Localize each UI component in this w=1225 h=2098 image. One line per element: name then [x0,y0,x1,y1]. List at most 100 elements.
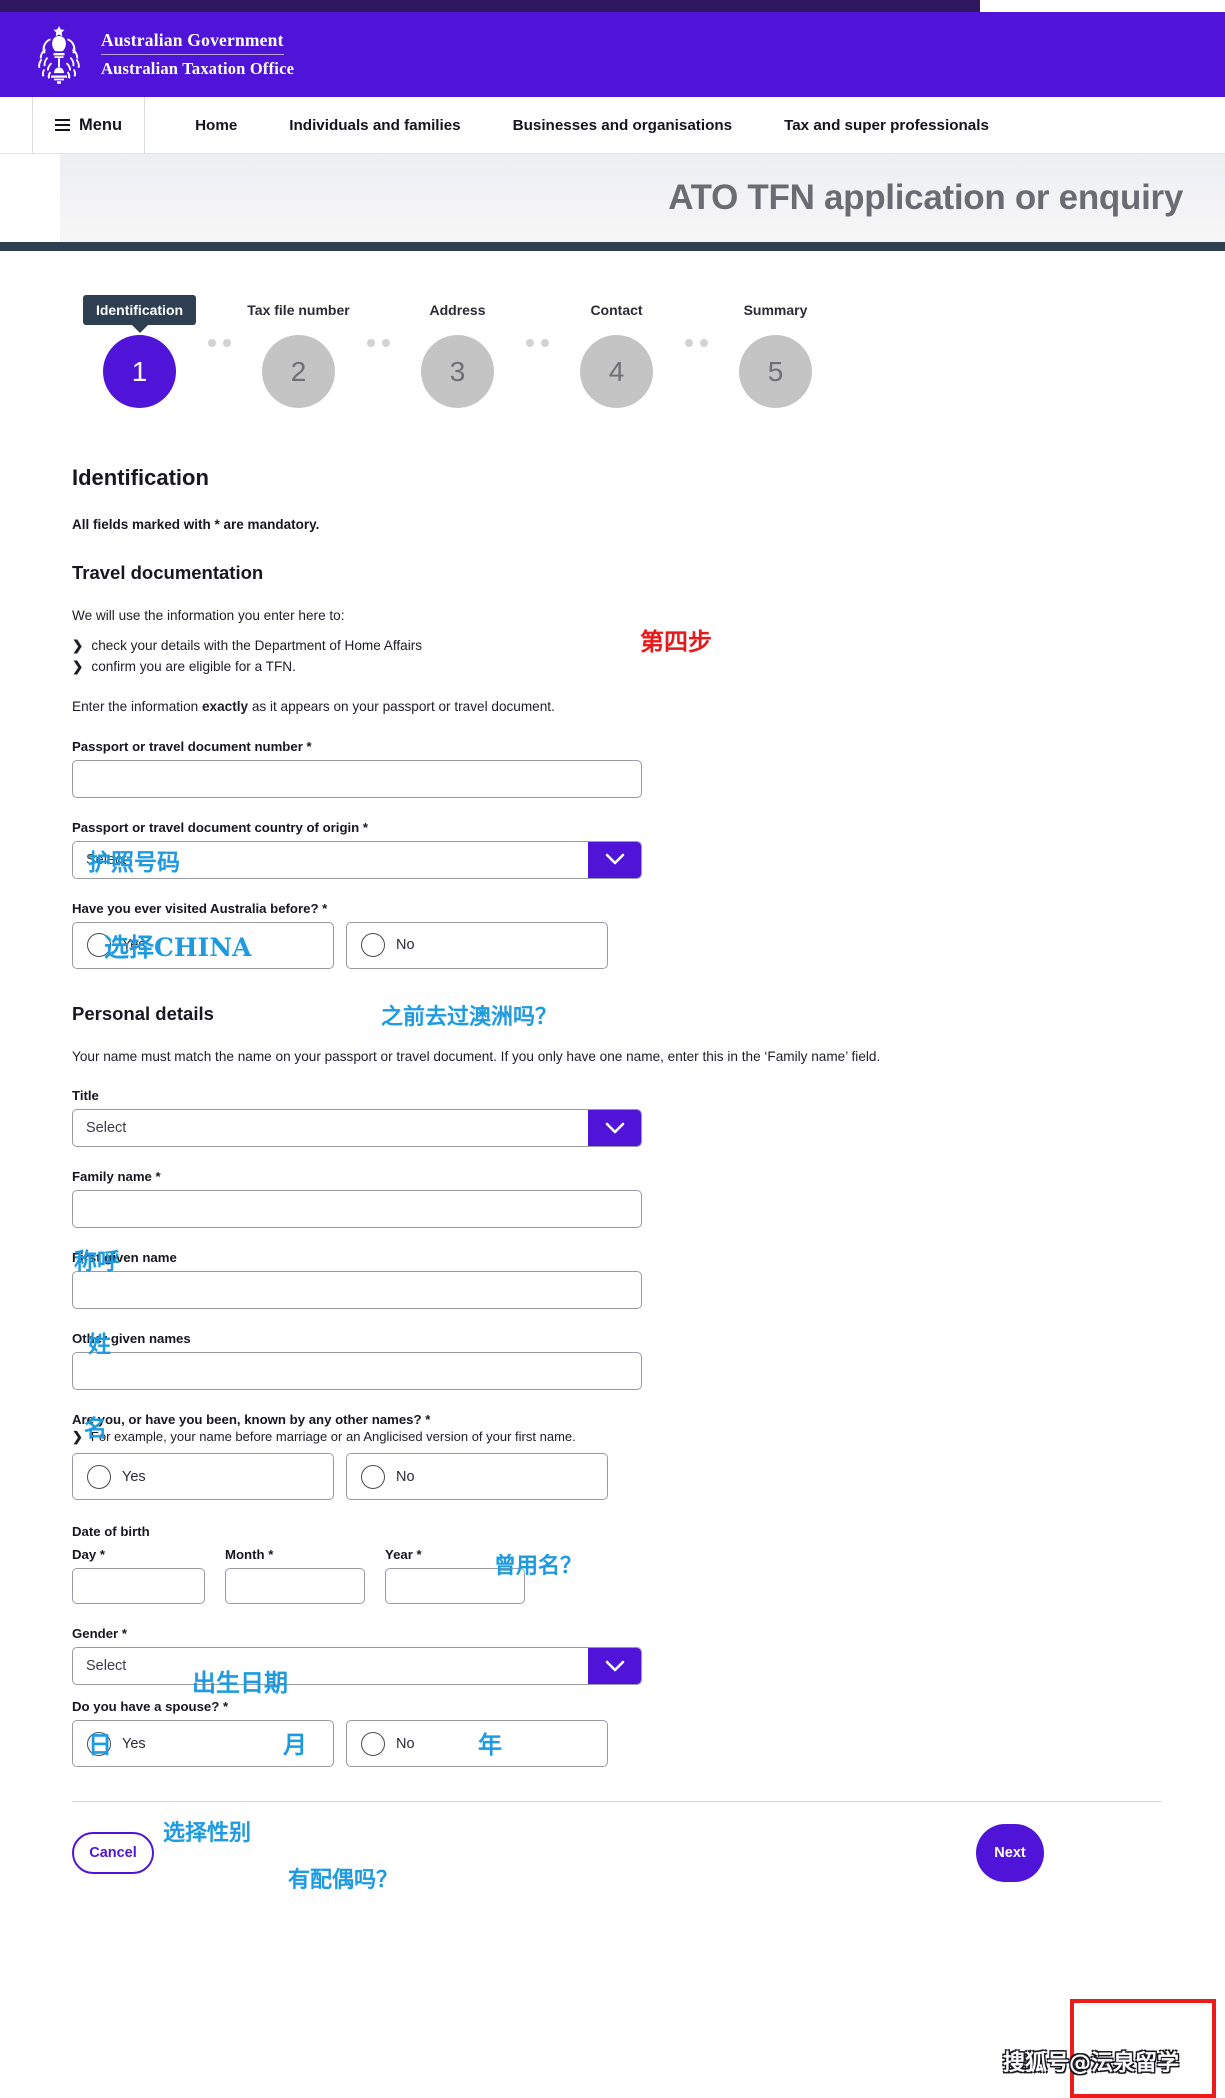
title-label: Title [72,1088,99,1104]
top-accent-strip-dark [0,0,980,12]
other-names-yes[interactable]: Yes [72,1453,334,1501]
menu-button[interactable]: Menu [32,97,146,153]
travel-bullet-2: confirm you are eligible for a TFN. [91,658,296,674]
progress-stepper: Identification 1 Tax file number 2 Addre… [72,295,972,455]
radio-circle-icon [87,1731,111,1756]
travel-exact-note-post: as it appears on your passport or travel… [248,698,555,714]
personal-details-intro: Your name must match the name on your pa… [72,1048,881,1064]
step-circle-2: 2 [262,335,335,408]
travel-exact-note-bold: exactly [201,698,249,714]
org-name-ato: Australian Taxation Office [101,59,295,78]
hamburger-icon [55,118,70,132]
cancel-button[interactable]: Cancel [72,1832,154,1875]
list-item: ❯ check your details with the Department… [72,635,1162,656]
nav-link-businesses-and-organisations[interactable]: Businesses and organisations [487,117,758,134]
nav-left-spacer [0,97,32,153]
step-circle-1: 1 [103,335,176,408]
footer-divider [72,1801,1162,1803]
passport-number-label: Passport or travel document number * [72,738,312,754]
gender-select[interactable]: Select [72,1647,642,1686]
chevron-right-icon: ❯ [72,658,84,674]
step-label-identification: Identification [82,295,197,325]
step-circle-4: 4 [580,335,653,408]
title-value: Select [86,1120,127,1137]
nav-links: Home Individuals and families Businesses… [145,97,1015,153]
chevron-down-icon [588,841,641,878]
gender-value: Select [86,1658,127,1675]
step-summary[interactable]: Summary 5 [708,295,843,408]
passport-country-value: Select [86,851,127,868]
top-accent-strip-light [980,0,1225,12]
dob-month-input[interactable] [225,1568,365,1605]
annotation-step-four: 第四步 [640,628,712,656]
spouse-no[interactable]: No [346,1720,608,1768]
travel-intro-text: We will use the information you enter he… [72,608,345,623]
other-names-hint-row: ❯ For example, your name before marriage… [72,1429,1162,1445]
radio-circle-icon [361,933,385,958]
travel-documentation-heading: Travel documentation [72,562,264,583]
other-given-names-label: Other given names [72,1331,191,1347]
next-button[interactable]: Next [976,1824,1044,1883]
dob-month-field: Month * [225,1547,365,1605]
date-of-birth-label: Date of birth [72,1524,150,1540]
australian-coat-of-arms-icon [33,24,85,86]
dob-day-input[interactable] [72,1568,205,1605]
nav-link-tax-and-super-professionals[interactable]: Tax and super professionals [758,117,1015,134]
travel-bullet-list: ❯ check your details with the Department… [72,635,1162,677]
passport-country-select[interactable]: Select [72,840,642,879]
step-address[interactable]: Address 3 [390,295,525,408]
top-accent-strip [0,0,1225,12]
family-name-input[interactable] [72,1190,642,1229]
first-given-name-input[interactable] [72,1271,642,1310]
identification-form: Identification All fields marked with * … [72,465,1162,1883]
title-select[interactable]: Select [72,1109,642,1148]
chevron-right-icon: ❯ [72,637,84,653]
org-name-government: Australian Government [101,30,284,55]
passport-number-input[interactable] [72,759,642,798]
dob-year-input[interactable] [385,1568,525,1605]
other-names-radio-group: Yes No [72,1453,1162,1501]
main-navigation: Menu Home Individuals and families Busin… [0,97,1225,154]
mandatory-fields-note: All fields marked with * are mandatory. [72,517,320,532]
other-given-names-input[interactable] [72,1352,642,1391]
radio-circle-icon [361,1731,385,1756]
visited-australia-label: Have you ever visited Australia before? … [72,900,328,916]
travel-bullet-1: check your details with the Department o… [91,637,423,653]
spouse-yes[interactable]: Yes [72,1720,334,1768]
step-label-summary: Summary [743,302,808,318]
other-names-no-label: No [396,1468,415,1485]
dob-day-field: Day * [72,1547,205,1605]
spouse-yes-label: Yes [122,1735,146,1752]
step-circle-3: 3 [421,335,494,408]
page-banner-inner: ATO TFN application or enquiry [60,154,1225,242]
chevron-right-icon: ❯ [72,1429,83,1445]
dob-year-label: Year * [385,1547,422,1563]
dob-year-field: Year * [385,1547,525,1605]
radio-circle-icon [87,933,111,958]
step-separator-1 [207,339,231,347]
visited-australia-radio-group: Yes No [72,921,1162,969]
progress-stepper-steps: Identification 1 Tax file number 2 Addre… [72,295,972,408]
menu-button-label: Menu [79,115,123,134]
dob-month-label: Month * [225,1547,274,1563]
visited-australia-yes[interactable]: Yes [72,921,334,969]
step-contact[interactable]: Contact 4 [549,295,684,408]
nav-link-individuals-and-families[interactable]: Individuals and families [263,117,486,134]
radio-circle-icon [87,1464,111,1489]
other-names-no[interactable]: No [346,1453,608,1501]
site-header: Australian Government Australian Taxatio… [0,12,1225,97]
step-tax-file-number[interactable]: Tax file number 2 [231,295,366,408]
form-footer-buttons: Cancel Next [72,1824,1162,1883]
travel-exact-note-pre: Enter the information [72,698,202,714]
date-of-birth-group: Day * Month * Year * [72,1547,1162,1605]
form-section-title: Identification [72,465,209,490]
nav-link-home[interactable]: Home [169,117,263,134]
visited-australia-yes-label: Yes [122,937,146,954]
spouse-label: Do you have a spouse? * [72,1699,229,1715]
passport-country-label: Passport or travel document country of o… [72,819,369,835]
step-identification[interactable]: Identification 1 [72,295,207,408]
visited-australia-no[interactable]: No [346,921,608,969]
banner-bottom-rule [0,242,1225,251]
spouse-no-label: No [396,1735,415,1752]
travel-exact-note: Enter the information exactly as it appe… [72,697,1162,717]
